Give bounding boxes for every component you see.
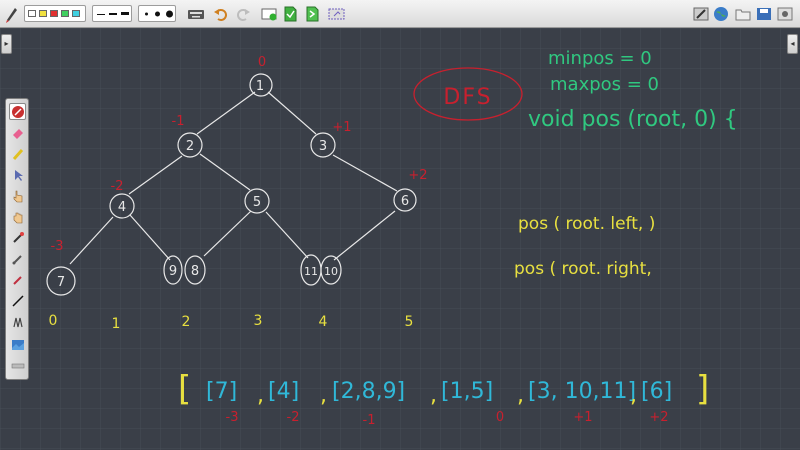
result-group-6: [6] [641, 379, 672, 404]
laser-pointer-icon[interactable] [9, 229, 26, 246]
result-group-1: [7] [206, 379, 237, 404]
swatch-green[interactable] [61, 10, 69, 17]
under-label-3: -1 [363, 413, 376, 428]
recursion-line-right: pos ( root. right, [514, 259, 652, 279]
code-line-void-pos: void pos (root, 0) { [528, 107, 738, 132]
page-export-icon[interactable] [303, 5, 321, 23]
node-4-label: 4 [118, 200, 126, 215]
node-3-label: 3 [319, 139, 327, 154]
result-sep-4: , [517, 383, 524, 408]
recursion-line-left: pos ( root. left, ) [518, 214, 655, 234]
pos-label-node-2: -1 [172, 114, 185, 129]
large-dot-button[interactable] [165, 6, 174, 21]
color-swatch-group [24, 5, 86, 22]
column-index-5: 5 [405, 314, 414, 330]
whiteboard-canvas[interactable]: 1 2 3 4 5 6 7 9 8 11 10 0 -1 +1 -2 +2 -3… [0, 28, 800, 450]
new-page-icon[interactable] [260, 5, 278, 23]
result-open-bracket: [ [178, 369, 191, 409]
undo-icon[interactable] [212, 5, 230, 23]
marker-icon[interactable] [9, 271, 26, 288]
node-9-label: 9 [169, 264, 177, 279]
ruler-icon[interactable] [9, 357, 26, 374]
result-group-4: [1,5] [441, 379, 493, 404]
small-dot-button[interactable] [144, 6, 150, 21]
dot-size-group [138, 5, 176, 22]
result-sep-3: , [430, 383, 437, 408]
pos-label-node-3: +1 [332, 120, 351, 135]
under-label-5: +1 [573, 410, 592, 425]
pos-label-node-4: -2 [111, 179, 124, 194]
line-width-group [92, 5, 132, 22]
board-drawing: 1 2 3 4 5 6 7 9 8 11 10 0 -1 +1 -2 +2 -3… [0, 28, 800, 450]
medium-dot-button[interactable] [154, 6, 162, 21]
save-icon[interactable] [755, 5, 773, 23]
redo-icon[interactable] [234, 5, 252, 23]
eraser-icon[interactable] [9, 124, 26, 141]
under-label-4: 0 [496, 410, 504, 425]
tool-panel [5, 98, 29, 380]
app-logo-icon[interactable] [4, 4, 20, 24]
code-line-maxpos: maxpos = 0 [550, 74, 659, 95]
grab-hand-icon[interactable] [9, 208, 26, 225]
pos-label-node-7: -3 [51, 239, 64, 254]
swatch-red[interactable] [50, 10, 58, 17]
thick-line-button[interactable] [121, 12, 129, 16]
result-sep-2: , [320, 383, 327, 408]
highlighter-icon[interactable] [9, 145, 26, 162]
keyboard-icon[interactable] [187, 5, 205, 23]
pos-label-node-6: +2 [408, 168, 427, 183]
node-10-label: 10 [324, 265, 338, 278]
swatch-white[interactable] [28, 10, 36, 17]
code-line-minpos: minpos = 0 [548, 48, 652, 69]
result-close-bracket: ] [696, 369, 709, 409]
page-green-icon[interactable] [281, 5, 299, 23]
pen-tool-icon[interactable] [9, 103, 26, 120]
top-toolbar [0, 0, 800, 28]
column-index-0: 0 [49, 313, 58, 329]
node-7-label: 7 [57, 275, 65, 290]
dfs-label: DFS [443, 85, 492, 110]
hand-pointer-icon[interactable] [9, 187, 26, 204]
swatch-cyan[interactable] [72, 10, 80, 17]
node-5-label: 5 [253, 195, 261, 210]
under-label-2: -2 [287, 410, 300, 425]
result-group-2: [4] [268, 379, 299, 404]
node-1-label: 1 [256, 79, 264, 94]
selector-icon[interactable] [9, 166, 26, 183]
under-label-6: +2 [649, 410, 668, 425]
image-icon[interactable] [9, 336, 26, 353]
folder-icon[interactable] [734, 5, 752, 23]
node-8-label: 8 [191, 264, 199, 279]
result-group-3: [2,8,9] [332, 379, 405, 404]
line-tool-icon[interactable] [9, 292, 26, 309]
result-group-5: [3, 10,11] [528, 379, 636, 404]
swatch-yellow[interactable] [39, 10, 47, 17]
column-index-4: 4 [319, 314, 328, 330]
right-panel-toggle[interactable]: ◂ [787, 34, 798, 54]
settings-icon[interactable] [776, 5, 794, 23]
screen-capture-icon[interactable] [328, 5, 346, 23]
node-2-label: 2 [186, 139, 194, 154]
medium-line-button[interactable] [109, 13, 117, 16]
result-sep-1: , [257, 383, 264, 408]
node-11-label: 11 [304, 265, 318, 278]
web-icon[interactable] [712, 5, 730, 23]
thin-line-button[interactable] [97, 13, 105, 16]
column-index-2: 2 [182, 314, 191, 330]
pos-label-root: 0 [258, 55, 266, 70]
node-6-label: 6 [401, 194, 409, 209]
column-index-1: 1 [112, 316, 121, 332]
result-sep-5: , [630, 383, 637, 408]
left-panel-toggle[interactable]: ▸ [1, 34, 12, 54]
under-label-1: -3 [226, 410, 239, 425]
shapes-icon[interactable] [9, 313, 26, 330]
column-index-3: 3 [254, 313, 263, 329]
draw-mode-icon[interactable] [692, 5, 710, 23]
text-tool-icon[interactable] [9, 250, 26, 267]
